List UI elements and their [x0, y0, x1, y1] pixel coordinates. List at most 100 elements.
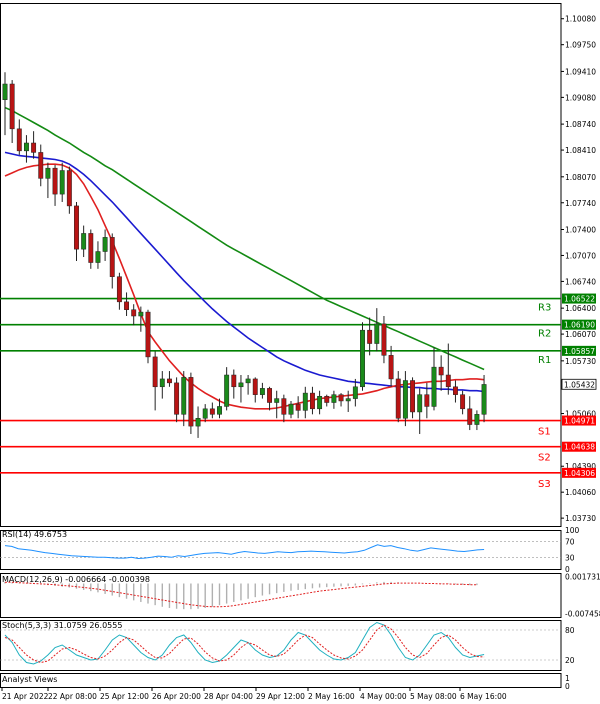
rsi-tick-label: 100: [565, 526, 580, 535]
candle: [167, 371, 172, 387]
candle: [453, 380, 458, 403]
y-tick-label: 1.10080: [565, 15, 596, 24]
analyst-views-label: Analyst Views: [2, 675, 57, 684]
y-tick-label: 1.08070: [565, 173, 596, 182]
candle: [124, 292, 129, 317]
candle: [467, 396, 473, 431]
level-price-text: 1.04306: [564, 469, 595, 478]
candle: [360, 322, 365, 391]
candle: [267, 386, 273, 411]
ma-blue-line: [4, 151, 485, 393]
level-price-text: 1.06190: [564, 321, 595, 330]
candle: [102, 229, 108, 261]
y-tick-label: 1.06400: [565, 304, 596, 313]
x-tick-label: 5 May 08:00: [410, 692, 457, 701]
y-tick-label: 1.08740: [565, 120, 596, 129]
candle: [202, 404, 208, 423]
stoch-panel: Stoch(5,3,3) 31.0759 26.0555 80 20: [0, 620, 575, 671]
y-tick-label: 1.04060: [565, 488, 596, 497]
y-tick-label: 1.09750: [565, 41, 596, 50]
rsi-panel: RSI(14) 49.6753 10070300: [0, 526, 580, 574]
candle: [281, 394, 287, 423]
candle: [481, 374, 487, 423]
x-tick-label: 25 Apr 12:00: [100, 692, 149, 701]
level-label-r1: R1: [538, 355, 551, 366]
y-tick-label: 1.09410: [565, 67, 596, 76]
candle: [159, 371, 165, 399]
candle: [310, 386, 315, 415]
stoch-signal-line: [4, 624, 485, 664]
candle: [209, 402, 215, 419]
level-price-text: 1.04638: [564, 443, 595, 452]
candle: [238, 374, 244, 403]
candle: [16, 119, 22, 155]
candle: [59, 162, 65, 202]
candle: [474, 410, 480, 431]
candle: [109, 233, 115, 289]
candle: [460, 390, 466, 415]
candle: [259, 382, 265, 399]
stoch-tick-label: 20: [565, 656, 575, 665]
candle: [224, 367, 230, 411]
y-tick-label: 1.07070: [565, 251, 596, 260]
candle: [438, 355, 444, 391]
candle: [81, 225, 87, 258]
stoch-tick-label: 80: [565, 626, 575, 635]
macd-tick-label: 0.001731: [565, 573, 600, 582]
x-tick-label: 21 Apr 2022: [2, 692, 49, 701]
candle: [345, 390, 351, 412]
x-tick-label: 6 May 16:00: [460, 692, 507, 701]
candle: [195, 406, 201, 438]
current-price-text: 1.05432: [564, 380, 595, 389]
candle: [2, 72, 8, 136]
level-label-s3: S3: [538, 479, 551, 490]
candle: [252, 377, 258, 403]
candle: [410, 377, 416, 419]
level-label-s2: S2: [538, 453, 551, 464]
candle: [24, 135, 29, 163]
candle: [417, 388, 423, 434]
candle: [66, 166, 72, 214]
candle: [45, 162, 51, 199]
candle: [131, 304, 137, 326]
candle: [381, 316, 387, 364]
rsi-label: RSI(14) 49.6753: [2, 530, 67, 539]
candle: [9, 80, 15, 143]
candle: [338, 393, 344, 407]
candle: [295, 396, 301, 419]
ma-red-line: [4, 163, 485, 410]
level-label-r3: R3: [538, 303, 551, 314]
footer-panel-frame: [0, 673, 562, 688]
level-label-s1: S1: [538, 427, 551, 438]
x-tick-label: 29 Apr 12:00: [256, 692, 305, 701]
candle: [388, 345, 394, 387]
candle: [152, 351, 158, 411]
candle: [52, 165, 58, 206]
candle: [331, 390, 337, 409]
y-tick-label: 1.07740: [565, 199, 596, 208]
candle: [288, 400, 294, 419]
candle: [95, 241, 101, 269]
y-tick-label: 1.05730: [565, 357, 596, 366]
x-tick-label: 26 Apr 20:00: [152, 692, 201, 701]
x-tick-label: 22 Apr 08:00: [48, 692, 97, 701]
level-price-text: 1.04971: [564, 417, 595, 426]
rsi-tick-label: 30: [565, 553, 575, 562]
candle: [38, 144, 44, 187]
candle: [367, 317, 373, 356]
candle: [245, 374, 251, 395]
footer-panel: Analyst Views 10: [0, 673, 570, 691]
y-tick-label: 1.07400: [565, 226, 596, 235]
x-tick-label: 28 Apr 04:00: [204, 692, 253, 701]
footer-tick-label: 0: [565, 682, 570, 691]
level-label-r2: R2: [538, 329, 551, 340]
candle: [302, 386, 308, 419]
x-axis: 21 Apr 2022 22 Apr 08:00 25 Apr 12:00 26 Ap…: [1, 687, 507, 701]
candle: [74, 201, 79, 261]
y-tick-label: 1.03730: [565, 514, 596, 523]
x-tick-label: 2 May 16:00: [308, 692, 355, 701]
candle: [181, 371, 187, 427]
main-panel: 1.10080 1.09750 1.09410 1.09080 1.08740 1.084…: [0, 3, 597, 527]
y-tick-label: 1.06070: [565, 330, 596, 339]
y-tick-label: 1.06740: [565, 277, 596, 286]
